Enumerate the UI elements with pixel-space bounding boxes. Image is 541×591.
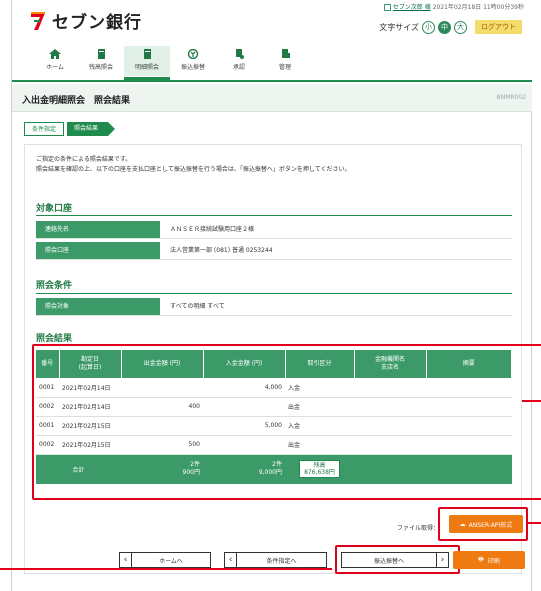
page-title-bar: 入出金明細照会 照会結果 BNMR002 [12,84,532,112]
print-button-label: 印刷 [487,557,500,565]
seven-logo-icon [31,11,45,30]
font-small-button[interactable]: 小 [422,20,435,34]
callout-line-anser [527,522,541,524]
nav-transfer[interactable]: 振込振替 [170,46,216,76]
home-icon [49,49,61,59]
global-nav: ホーム 残高照会 明細照会 振込振替 承認 管理 [12,46,308,80]
font-size-control: 文字サイズ 小 中 大 ログアウト [379,20,522,34]
step-result: 照会結果 [67,122,116,136]
cloud-download-icon: ☁ [459,520,466,528]
print-button[interactable]: 🖶 印刷 [453,551,525,569]
approve-icon [236,49,244,59]
logout-button[interactable]: ログアウト [475,20,522,34]
nav-label: 振込振替 [180,64,205,71]
document-icon [98,49,105,59]
brand-logo[interactable]: セブン銀行 [28,8,142,33]
row-label: 連絡先名 [36,221,160,238]
row-value: すべての明細 すべて [170,303,225,310]
nav-approve[interactable]: 承認 [216,46,262,76]
brand-name: セブン銀行 [52,13,142,33]
section-divider [36,215,512,216]
row-value: 法人営業第一部 (081) 普通 0253244 [170,247,273,254]
user-name[interactable]: セブン次郎 様 [393,4,431,11]
nav-label: 承認 [232,64,245,71]
condition-button[interactable]: ‹ 条件指定へ [224,552,327,568]
home-button[interactable]: ‹ ホームへ [119,552,211,568]
screen-code: BNMR002 [496,94,526,101]
instruction-message: ご指定の条件による照会結果です。 照会結果を確認の上、以下の口座を支払口座として… [36,155,350,175]
nav-admin[interactable]: 管理 [262,46,308,76]
section-divider [36,293,512,294]
page-title: 入出金明細照会 照会結果 [22,96,131,106]
document-icon [144,49,151,59]
font-large-button[interactable]: 大 [454,20,467,34]
nav-home[interactable]: ホーム [32,46,78,76]
callout-line-table [522,400,541,402]
transfer-button[interactable]: 振込振替へ › [341,552,449,568]
progress-steps: 条件指定 照会結果 [24,122,116,136]
message-line: 照会結果を確認の上、以下の口座を支払口座として振込振替を行う場合は、「振込振替へ… [36,166,351,173]
callout-line-transfer [0,568,332,570]
transfer-icon [187,49,199,59]
step-condition: 条件指定 [24,122,65,136]
condition-row: 照会対象 すべての明細 すべて [36,298,512,316]
section-result-heading: 照会結果 [36,334,73,344]
message-line: ご指定の条件による照会結果です。 [36,156,132,163]
anser-button-label: ANSER-API形式 [468,521,513,529]
chevron-left-icon: ‹ [225,553,237,567]
nav-balance[interactable]: 残高照会 [78,46,124,76]
font-medium-button[interactable]: 中 [438,20,451,34]
highlight-table-frame [32,344,541,500]
row-label: 照会口座 [36,242,160,259]
section-account-heading: 対象口座 [36,204,73,214]
anser-api-button[interactable]: ☁ ANSER-API形式 [449,515,523,533]
user-info: セブン次郎 様 2021年02月18日 11時00分39秒 [383,2,524,11]
printer-icon: 🖶 [478,556,484,563]
last-login: 2021年02月18日 11時00分39秒 [432,4,524,11]
header: セブン銀行 セブン次郎 様 2021年02月18日 11時00分39秒 文字サイ… [12,0,532,84]
condition-button-label: 条件指定へ [266,557,297,565]
nav-divider [12,80,532,82]
nav-label: ホーム [46,64,64,71]
row-label: 照会対象 [36,298,160,315]
admin-icon [282,49,290,58]
chevron-left-icon: ‹ [120,553,132,567]
chevron-right-icon: › [436,553,448,567]
account-row: 照会口座 法人営業第一部 (081) 普通 0253244 [36,242,512,260]
nav-label: 管理 [278,64,291,71]
font-size-label: 文字サイズ [379,22,419,32]
account-row: 連絡先名 ＡＮＳＥＲ接続試験用口座２様 [36,221,512,239]
nav-statement[interactable]: 明細照会 [124,46,170,80]
section-condition-heading: 照会条件 [36,281,73,291]
file-get-label: ファイル取得： [397,525,440,532]
user-icon [383,4,391,11]
transfer-button-label: 振込振替へ [373,557,404,565]
app-frame: セブン銀行 セブン次郎 様 2021年02月18日 11時00分39秒 文字サイ… [11,0,541,591]
row-value: ＡＮＳＥＲ接続試験用口座２様 [170,226,255,233]
nav-label: 残高照会 [88,64,113,71]
nav-label: 明細照会 [134,64,159,71]
home-button-label: ホームへ [159,557,183,565]
